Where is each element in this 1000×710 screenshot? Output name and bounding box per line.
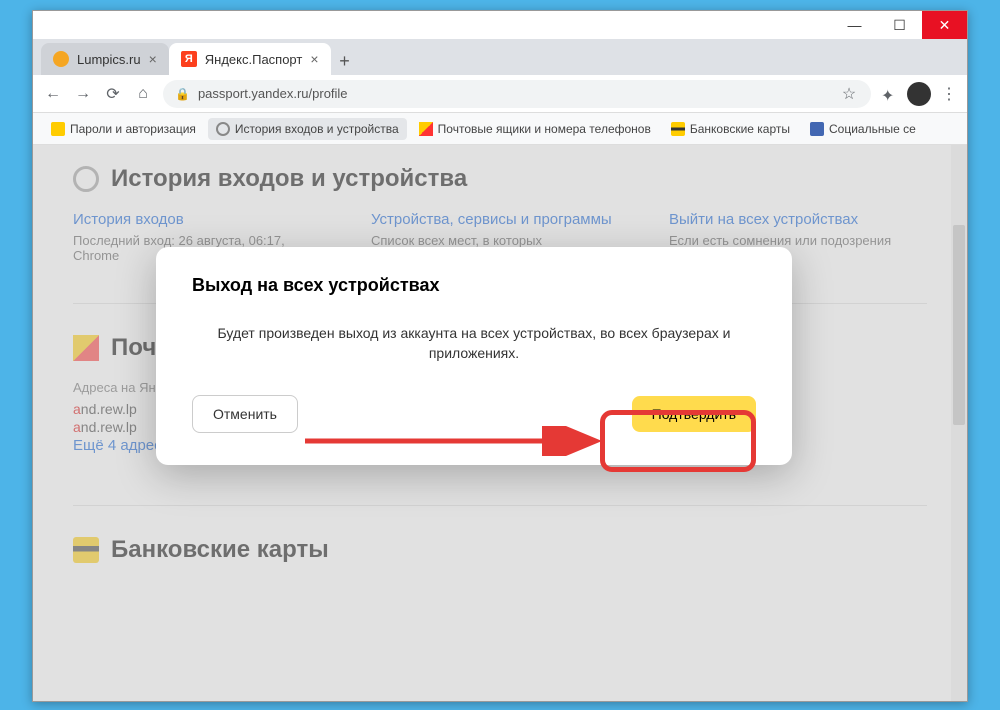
mail-icon bbox=[419, 122, 433, 136]
bookmark-history[interactable]: История входов и устройства bbox=[208, 118, 407, 140]
tab-yandex[interactable]: Я Яндекс.Паспорт × bbox=[169, 43, 331, 75]
close-button[interactable]: ✕ bbox=[922, 11, 967, 39]
card-icon bbox=[671, 122, 685, 136]
bookmark-label: История входов и устройства bbox=[235, 122, 399, 136]
minimize-button[interactable]: — bbox=[832, 11, 877, 39]
tab-label: Яндекс.Паспорт bbox=[205, 52, 303, 67]
bookmark-label: Банковские карты bbox=[690, 122, 790, 136]
lock-icon: 🔒 bbox=[175, 87, 190, 101]
tab-bar: Lumpics.ru × Я Яндекс.Паспорт × + bbox=[33, 39, 967, 75]
url-input[interactable]: 🔒 passport.yandex.ru/profile ☆ bbox=[163, 80, 871, 108]
titlebar: — ☐ ✕ bbox=[33, 11, 967, 39]
url-text: passport.yandex.ru/profile bbox=[198, 86, 348, 101]
bookmark-label: Социальные се bbox=[829, 122, 916, 136]
modal-text: Будет произведен выход из аккаунта на вс… bbox=[192, 324, 756, 363]
key-icon bbox=[51, 122, 65, 136]
home-button[interactable]: ⌂ bbox=[133, 84, 153, 104]
yandex-favicon-icon: Я bbox=[181, 51, 197, 67]
bookmark-label: Почтовые ящики и номера телефонов bbox=[438, 122, 651, 136]
modal-title: Выход на всех устройствах bbox=[192, 275, 756, 296]
logout-confirmation-modal: Выход на всех устройствах Будет произвед… bbox=[156, 247, 792, 465]
lumpics-favicon-icon bbox=[53, 51, 69, 67]
menu-button[interactable]: ⋮ bbox=[941, 84, 957, 104]
cancel-button[interactable]: Отменить bbox=[192, 395, 298, 433]
social-icon bbox=[810, 122, 824, 136]
tab-close-icon[interactable]: × bbox=[310, 51, 318, 67]
tab-lumpics[interactable]: Lumpics.ru × bbox=[41, 43, 169, 75]
extensions-icon[interactable]: ✦ bbox=[881, 86, 897, 102]
bookmark-social[interactable]: Социальные се bbox=[802, 118, 924, 140]
bookmark-mail[interactable]: Почтовые ящики и номера телефонов bbox=[411, 118, 659, 140]
tab-label: Lumpics.ru bbox=[77, 52, 141, 67]
tab-close-icon[interactable]: × bbox=[149, 51, 157, 67]
profile-avatar[interactable] bbox=[907, 82, 931, 106]
address-bar: ← → ⟳ ⌂ 🔒 passport.yandex.ru/profile ☆ ✦… bbox=[33, 75, 967, 113]
bookmark-passwords[interactable]: Пароли и авторизация bbox=[43, 118, 204, 140]
reload-button[interactable]: ⟳ bbox=[103, 84, 123, 104]
confirm-button[interactable]: Подтвердить bbox=[632, 396, 756, 432]
forward-button[interactable]: → bbox=[73, 84, 93, 104]
maximize-button[interactable]: ☐ bbox=[877, 11, 922, 39]
clock-icon bbox=[216, 122, 230, 136]
new-tab-button[interactable]: + bbox=[331, 47, 359, 75]
bookmark-star-icon[interactable]: ☆ bbox=[839, 84, 859, 104]
bookmarks-bar: Пароли и авторизация История входов и ус… bbox=[33, 113, 967, 145]
back-button[interactable]: ← bbox=[43, 84, 63, 104]
bookmark-label: Пароли и авторизация bbox=[70, 122, 196, 136]
bookmark-cards[interactable]: Банковские карты bbox=[663, 118, 798, 140]
